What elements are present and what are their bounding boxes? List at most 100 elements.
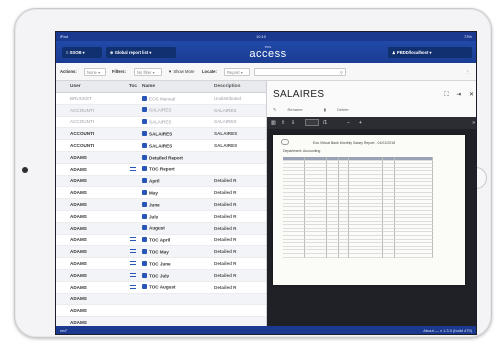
chevron-down-icon: ▾ (148, 50, 152, 55)
toc-icon (130, 237, 136, 242)
document-icon (142, 284, 147, 290)
close-icon[interactable]: ✕ (469, 92, 474, 98)
filters-select[interactable]: No filter ▾ (134, 68, 162, 76)
more-menu-button[interactable]: ⋮ (466, 68, 470, 76)
delete-button[interactable]: ▮ Delete (324, 107, 359, 112)
column-header-name[interactable]: Name (142, 81, 214, 92)
cell-toc (124, 166, 142, 172)
document-icon (142, 260, 147, 266)
table-row[interactable]: ACCOUNTI SALAIRES SALAIRES (56, 117, 266, 129)
search-icon: ⚲ (339, 70, 343, 75)
column-header-description[interactable]: Description (214, 81, 266, 92)
actions-select[interactable]: None ▾ (84, 68, 106, 76)
cell-description: Detailed R (214, 237, 237, 243)
toc-icon (130, 166, 136, 171)
prev-page-icon[interactable]: ⇧ (281, 120, 285, 126)
table-row[interactable]: ADAMS TOC August Detailed R (56, 282, 266, 294)
cell-user: ADAMS (70, 225, 87, 231)
cell-description: Detailed R (214, 213, 237, 219)
document-icon (142, 225, 147, 231)
table-row[interactable]: ACCOUNTI SALAIRES SALAIRES (56, 140, 266, 152)
cell-description: Detailed R (214, 284, 237, 290)
cell-user: ADAMS (70, 178, 87, 184)
cell-toc (124, 237, 142, 242)
document-page: Eos Virtual Bank Monthly Salary Report -… (273, 135, 465, 285)
cell-description: Undistributed (214, 95, 242, 101)
about-link[interactable]: About — v 1.3.0 (build 479) (423, 328, 472, 333)
table-row[interactable]: ADAMS August Detailed R (56, 222, 266, 235)
panel-controls: ⛶ ⇥ ✕ (438, 91, 474, 99)
cell-description: Detailed R (214, 178, 237, 184)
zoom-in-button[interactable]: + (359, 120, 362, 126)
document-icon (142, 95, 147, 101)
table-row[interactable]: ADAMS (56, 305, 266, 318)
cell-name-text: SALAIRES (149, 143, 173, 149)
footer-brand: red° (60, 328, 68, 333)
column-header-toc[interactable]: Toc (124, 81, 142, 92)
cell-description: Detailed R (214, 272, 237, 278)
document-icon (142, 119, 147, 125)
cell-name-text: TOC April (149, 237, 171, 243)
cell-user: ADAMS (70, 320, 87, 326)
cell-name-text: May (149, 190, 158, 196)
cell-name: SALAIRES (142, 131, 214, 137)
table-row[interactable]: ADAMS June Detailed R (56, 199, 266, 211)
document-icon (142, 142, 147, 148)
status-bar: iPad 10:10 73% (56, 32, 476, 41)
rename-button[interactable]: ✎ Rename (273, 107, 313, 112)
environment-select[interactable]: ≡ SSOB ▾ (62, 47, 102, 58)
page-number-input[interactable] (305, 119, 319, 126)
chevron-down-icon: ▾ (428, 50, 432, 55)
table-row[interactable]: ADAMS TOC Report (56, 164, 266, 176)
table-row[interactable]: ADAMS (56, 293, 266, 306)
cell-description: Detailed R (214, 202, 237, 208)
cell-name-text: June (149, 202, 160, 208)
show-more-button[interactable]: ▼ Show More (168, 68, 195, 76)
grid-body: BRUCKET EOS Manual Undistributed ACCOUNTI SA… (56, 93, 266, 329)
table-row[interactable]: BRUCKET EOS Manual Undistributed (56, 93, 266, 105)
next-page-icon[interactable]: ⇩ (291, 120, 295, 126)
cell-user: ADAMS (70, 166, 87, 172)
document-table-cell (283, 254, 305, 258)
document-icon (142, 190, 147, 196)
cell-name: May (142, 190, 214, 196)
table-row[interactable]: ADAMS TOC June Detailed R (56, 258, 266, 270)
cell-name-text: TOC August (149, 284, 176, 290)
document-table-cell (349, 254, 383, 258)
report-list-select[interactable]: ⊕ Global report list ▾ (106, 47, 176, 58)
table-row[interactable]: ACCOUNTI SALAIRES SALAIRES (56, 128, 266, 141)
locate-select[interactable]: Report ▾ (224, 68, 250, 76)
viewer-toolbar: ▥ ⇧ ⇩ /1 − + » (267, 117, 476, 129)
cell-name: TOC June (142, 260, 214, 266)
cell-description: SALAIRES (214, 107, 237, 113)
more-tools-icon[interactable]: » (472, 120, 475, 126)
toc-icon (130, 284, 136, 289)
pin-icon[interactable]: ⇥ (456, 92, 461, 98)
app-logo: eos access (249, 44, 287, 60)
table-row[interactable]: ADAMS May Detailed R (56, 187, 266, 200)
user-menu[interactable]: ♟ PBDD/localhost ▾ (388, 47, 472, 58)
table-row[interactable]: ACCOUNTI SALAIRES SALAIRES (56, 104, 266, 117)
table-row[interactable]: ADAMS TOC May Detailed R (56, 246, 266, 259)
column-header-user[interactable]: User (56, 81, 124, 92)
document-icon (142, 272, 147, 278)
zoom-out-button[interactable]: − (347, 120, 350, 126)
table-row[interactable]: ADAMS TOC July Detailed R (56, 269, 266, 282)
table-row[interactable]: ADAMS Detailed Report (56, 151, 266, 164)
cell-name: TOC May (142, 249, 214, 255)
locate-search-input[interactable]: ⚲ (254, 68, 346, 76)
page-count: /1 (323, 120, 328, 126)
cell-toc (124, 284, 142, 290)
cell-user: ADAMS (70, 202, 87, 208)
cell-name: Detailed Report (142, 154, 214, 160)
document-viewer: ▥ ⇧ ⇩ /1 − + » Eos Virtual Bank Monthly … (267, 117, 476, 328)
table-row[interactable]: ADAMS July Detailed R (56, 211, 266, 223)
expand-icon[interactable]: ⛶ (444, 92, 448, 98)
preview-panel: SALAIRES ⛶ ⇥ ✕ ✎ Rename ▮ Delete ▥ ⇧ ⇩ /… (266, 81, 476, 328)
cell-toc (124, 272, 142, 278)
sidebar-toggle-icon[interactable]: ▥ (271, 120, 276, 126)
ipad-frame: iPad 10:10 73% ≡ SSOB ▾ ⊕ Global report … (14, 8, 492, 338)
table-row[interactable]: ADAMS April Detailed R (56, 175, 266, 188)
table-row[interactable]: ADAMS TOC April Detailed R (56, 235, 266, 247)
document-icon (142, 154, 147, 160)
